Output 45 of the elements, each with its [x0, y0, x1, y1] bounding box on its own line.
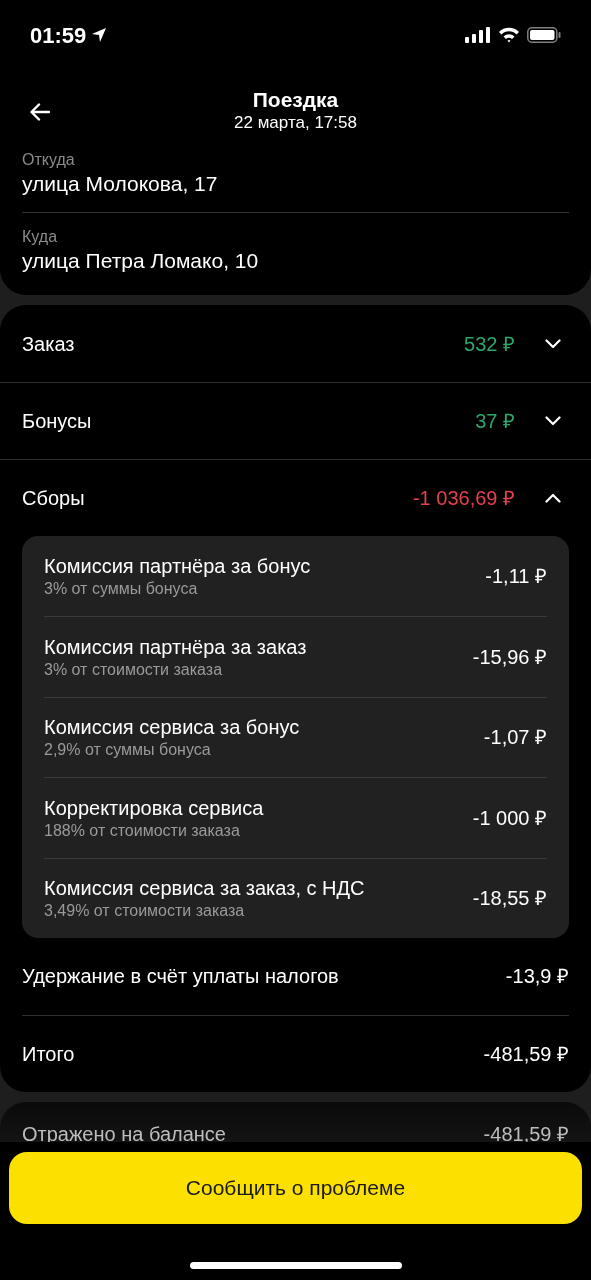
chevron-down-icon — [545, 416, 561, 426]
back-arrow-icon — [30, 103, 50, 121]
signal-icon — [465, 27, 491, 43]
trip-date: 22 марта, 17:58 — [234, 113, 357, 133]
balance-label: Отражено на балансе — [22, 1121, 226, 1146]
battery-icon — [527, 27, 561, 43]
status-time: 01:59 — [30, 21, 87, 50]
screen-title: Поездка — [252, 87, 339, 113]
section-row[interactable]: Бонусы 37 ₽ — [0, 382, 591, 459]
fee-note: 2,9% от суммы бонуса — [44, 740, 212, 761]
fee-note: 3% от стоимости заказа — [44, 660, 224, 681]
fee-title: Комиссия сервиса за бонус — [44, 715, 301, 741]
fee-amount: -18,55 ₽ — [472, 886, 547, 912]
wifi-icon — [498, 27, 520, 43]
route-address: улица Петра Ломако, 10 — [22, 248, 260, 274]
chevron-up-icon — [545, 493, 561, 503]
section-label: Заказ — [22, 331, 76, 357]
fee-title: Комиссия сервиса за заказ, с НДС — [44, 876, 366, 902]
fee-note: 3% от суммы бонуса — [44, 579, 199, 600]
section-label: Сборы — [22, 486, 86, 511]
section-amount: 37 ₽ — [475, 409, 515, 434]
location-arrow-icon — [90, 26, 109, 44]
fee-amount: -1,07 ₽ — [483, 725, 547, 751]
route-label: Откуда — [22, 150, 76, 170]
fee-amount: -1 000 ₽ — [472, 805, 547, 831]
total-label: Удержание в счёт уплаты налогов — [22, 964, 339, 990]
section-amount: 532 ₽ — [464, 331, 515, 357]
fee-note: 3,49% от стоимости заказа — [44, 901, 246, 922]
section-row[interactable]: Заказ 532 ₽ — [0, 305, 591, 382]
total-amount: -481,59 ₽ — [483, 1041, 569, 1067]
report-problem-button[interactable]: Сообщить о проблеме — [9, 1152, 582, 1224]
section-label: Бонусы — [22, 409, 93, 434]
total-amount: -13,9 ₽ — [505, 964, 569, 990]
route-address: улица Молокова, 17 — [22, 171, 219, 197]
fee-title: Комиссия партнёра за заказ — [44, 635, 308, 661]
fee-title: Корректировка сервиса — [44, 795, 265, 821]
fee-note: 188% от стоимости заказа — [44, 820, 241, 841]
balance-amount: -481,59 ₽ — [483, 1121, 569, 1146]
total-label: Итого — [22, 1041, 75, 1067]
fee-amount: -1,11 ₽ — [485, 564, 547, 590]
route-label: Куда — [22, 227, 59, 247]
fee-title: Комиссия партнёра за бонус — [44, 554, 312, 580]
fee-amount: -15,96 ₽ — [472, 645, 547, 671]
section-amount: -1 036,69 ₽ — [412, 486, 515, 511]
chevron-down-icon — [545, 338, 561, 349]
